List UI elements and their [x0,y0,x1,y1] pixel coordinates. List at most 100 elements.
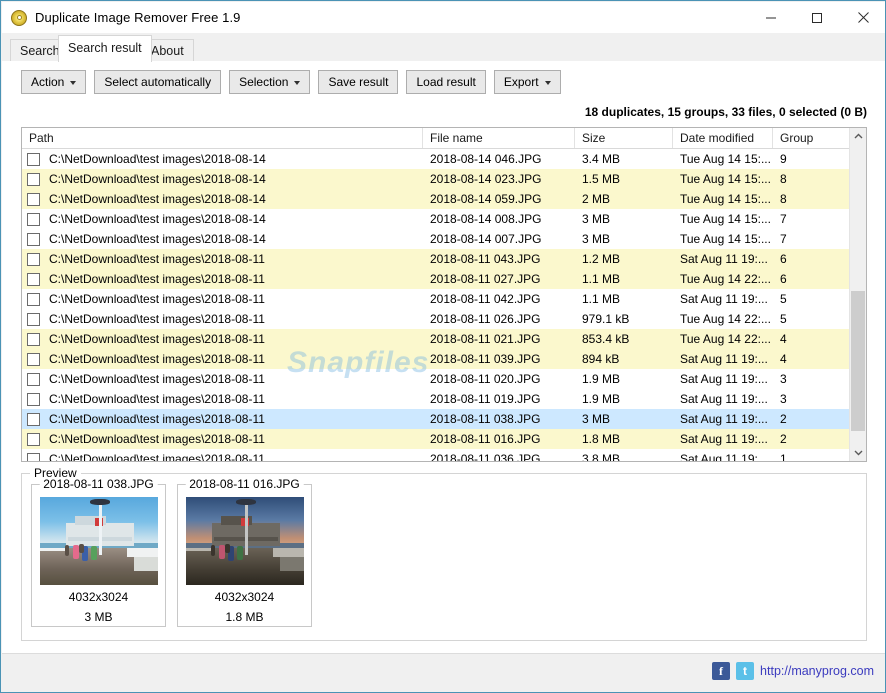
cell-size: 1.1 MB [582,292,621,306]
cell-date-modified: Sat Aug 11 19:... [680,252,768,266]
column-header-date-modified[interactable]: Date modified [673,128,773,148]
cell-file-name: 2018-08-11 016.JPG [430,432,541,446]
maximize-icon [812,12,822,23]
tab-search-result[interactable]: Search result [58,35,152,62]
close-button[interactable] [840,2,885,33]
scroll-up-button[interactable] [850,128,866,145]
cell-date-modified: Tue Aug 14 15:... [680,172,771,186]
preview-dimensions: 4032x3024 [214,590,275,604]
cell-size: 979.1 kB [582,312,630,326]
action-button[interactable]: Action [21,70,87,94]
cell-file-name: 2018-08-14 007.JPG [430,232,542,246]
cell-path: C:\NetDownload\test images\2018-08-14 [22,189,423,209]
scroll-down-button[interactable] [850,444,866,461]
table-row[interactable]: C:\NetDownload\test images\2018-08-11 201… [22,349,851,369]
cell-size: 3 MB [582,232,611,246]
row-checkbox[interactable] [27,412,40,426]
row-checkbox[interactable] [27,452,40,461]
row-checkbox[interactable] [27,272,40,286]
vertical-scrollbar[interactable] [849,128,866,461]
cell-file-name: 2018-08-14 023.JPG [430,172,542,186]
path-text: C:\NetDownload\test images\2018-08-11 [49,352,265,366]
cell-size: 2 MB [582,192,611,206]
path-text: C:\NetDownload\test images\2018-08-14 [49,192,266,206]
row-checkbox[interactable] [27,152,40,166]
row-checkbox[interactable] [27,292,40,306]
cell-file-name: 2018-08-11 027.JPG [430,272,541,286]
table-row[interactable]: C:\NetDownload\test images\2018-08-11 201… [22,249,851,269]
table-row[interactable]: C:\NetDownload\test images\2018-08-11 201… [22,289,851,309]
table-row[interactable]: C:\NetDownload\test images\2018-08-11 201… [22,329,851,349]
row-checkbox[interactable] [27,332,40,346]
cell-date-modified: Tue Aug 14 15:... [680,212,771,226]
minimize-icon [766,17,776,18]
cell-size: 3.8 MB [582,452,621,462]
load-result-label: Load result [416,75,476,89]
table-row[interactable]: C:\NetDownload\test images\2018-08-14 201… [22,149,851,169]
table-row[interactable]: C:\NetDownload\test images\2018-08-11 201… [22,269,851,289]
row-checkbox[interactable] [27,392,40,406]
column-header-group[interactable]: Group [773,128,834,148]
cell-date-modified: Sat Aug 11 19:... [680,292,768,306]
cell-file-name: 2018-08-11 038.JPG [430,412,541,426]
preview-card[interactable]: 2018-08-11 016.JPG 4032x3024 1.8 MB [177,477,312,627]
column-header-path[interactable]: Path [22,128,423,148]
path-text: C:\NetDownload\test images\2018-08-11 [49,272,265,286]
cell-group: 3 [780,372,787,386]
scrollbar-thumb[interactable] [851,291,865,431]
table-row[interactable]: C:\NetDownload\test images\2018-08-14 201… [22,189,851,209]
results-list-body[interactable]: C:\NetDownload\test images\2018-08-14 201… [22,149,851,462]
cell-path: C:\NetDownload\test images\2018-08-11 [22,309,423,329]
table-row[interactable]: C:\NetDownload\test images\2018-08-11 201… [22,429,851,449]
cell-date-modified: Sat Aug 11 19:... [680,452,768,462]
minimize-button[interactable] [748,2,794,33]
save-result-label: Save result [328,75,389,89]
cell-date-modified: Sat Aug 11 19:... [680,352,768,366]
table-row[interactable]: C:\NetDownload\test images\2018-08-11 201… [22,369,851,389]
table-row[interactable]: C:\NetDownload\test images\2018-08-14 201… [22,169,851,189]
export-button[interactable]: Export [493,70,561,94]
save-result-button[interactable]: Save result [318,70,399,94]
table-row[interactable]: C:\NetDownload\test images\2018-08-14 201… [22,229,851,249]
row-checkbox[interactable] [27,192,40,206]
cell-group: 5 [780,292,787,306]
table-row[interactable]: C:\NetDownload\test images\2018-08-11 201… [22,409,851,429]
row-checkbox[interactable] [27,312,40,326]
load-result-button[interactable]: Load result [406,70,486,94]
table-row[interactable]: C:\NetDownload\test images\2018-08-11 201… [22,389,851,409]
cell-date-modified: Tue Aug 14 22:... [680,332,771,346]
cell-date-modified: Sat Aug 11 19:... [680,412,768,426]
row-checkbox[interactable] [27,252,40,266]
path-text: C:\NetDownload\test images\2018-08-11 [49,292,265,306]
row-checkbox[interactable] [27,372,40,386]
path-text: C:\NetDownload\test images\2018-08-11 [49,452,265,462]
row-checkbox[interactable] [27,352,40,366]
cell-size: 1.1 MB [582,272,621,286]
cell-size: 3.4 MB [582,152,621,166]
column-header-size[interactable]: Size [575,128,673,148]
preview-card[interactable]: 2018-08-11 038.JPG 4032x3024 3 MB [31,477,166,627]
row-checkbox[interactable] [27,212,40,226]
table-row[interactable]: C:\NetDownload\test images\2018-08-11 201… [22,309,851,329]
cell-path: C:\NetDownload\test images\2018-08-14 [22,149,423,169]
twitter-icon[interactable]: t [736,662,755,680]
selection-button[interactable]: Selection [229,70,311,94]
website-link[interactable]: http://manyprog.com [760,664,874,678]
cell-file-name: 2018-08-14 046.JPG [430,152,542,166]
table-row[interactable]: C:\NetDownload\test images\2018-08-11 201… [22,449,851,462]
maximize-button[interactable] [794,2,840,33]
cell-date-modified: Sat Aug 11 19:... [680,372,768,386]
row-checkbox[interactable] [27,172,40,186]
table-row[interactable]: C:\NetDownload\test images\2018-08-14 201… [22,209,851,229]
status-bar: f t http://manyprog.com [2,653,885,692]
cell-date-modified: Tue Aug 14 22:... [680,312,771,326]
cell-size: 3 MB [582,412,611,426]
facebook-icon[interactable]: f [712,662,731,680]
window-controls [748,2,885,33]
select-automatically-button[interactable]: Select automatically [94,70,222,94]
row-checkbox[interactable] [27,232,40,246]
column-header-file-name[interactable]: File name [423,128,575,148]
row-checkbox[interactable] [27,432,40,446]
cell-path: C:\NetDownload\test images\2018-08-14 [22,169,423,189]
results-list-header: Path File name Size Date modified Group [22,128,866,149]
